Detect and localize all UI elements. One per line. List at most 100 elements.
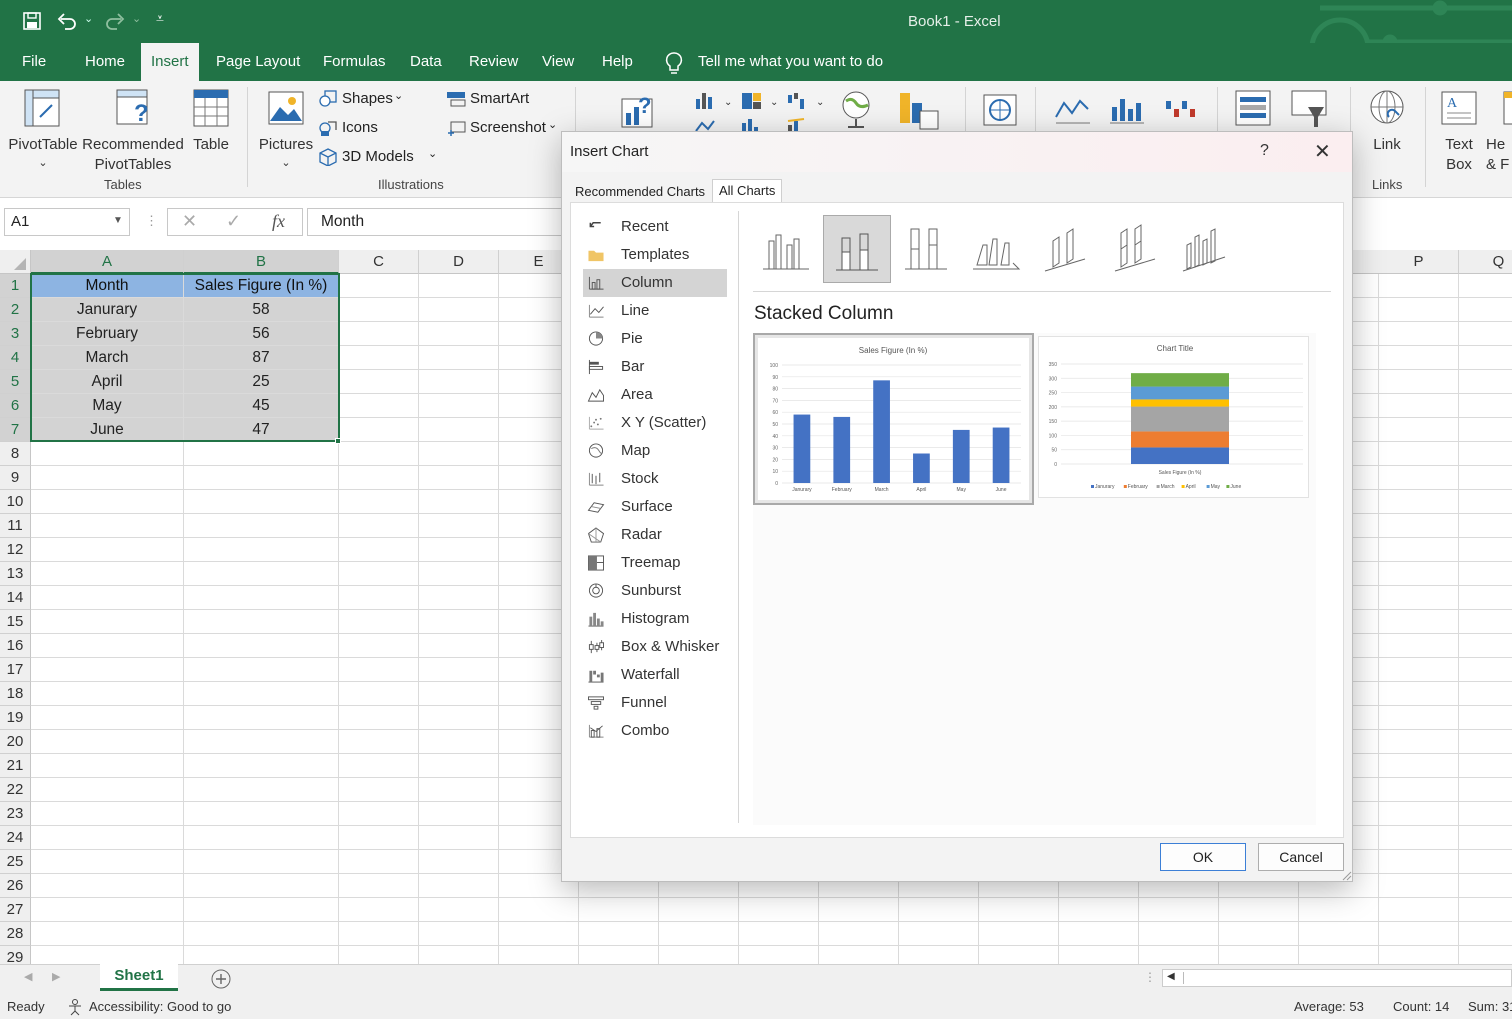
recommended-charts-icon[interactable]: ? bbox=[620, 91, 660, 131]
cell[interactable] bbox=[739, 898, 819, 922]
cell[interactable] bbox=[31, 802, 184, 826]
scroll-left-icon[interactable]: ◀ bbox=[1167, 971, 1175, 982]
cell[interactable] bbox=[1459, 850, 1512, 874]
cell[interactable] bbox=[184, 442, 339, 466]
cell[interactable] bbox=[184, 634, 339, 658]
slicer-icon[interactable] bbox=[1234, 89, 1272, 127]
cell[interactable] bbox=[339, 754, 419, 778]
header-footer-button[interactable]: He & F bbox=[1486, 85, 1512, 175]
smartart-button[interactable]: SmartArt bbox=[446, 89, 546, 111]
table-cell[interactable]: 58 bbox=[184, 298, 339, 322]
cell[interactable] bbox=[1459, 490, 1512, 514]
cell[interactable] bbox=[419, 442, 499, 466]
category-x-y-scatter[interactable]: X Y (Scatter) bbox=[583, 409, 727, 437]
cell[interactable] bbox=[1459, 922, 1512, 946]
cell[interactable] bbox=[1379, 394, 1459, 418]
cell[interactable] bbox=[339, 322, 419, 346]
category-map[interactable]: Map bbox=[583, 437, 727, 465]
cell[interactable] bbox=[1379, 706, 1459, 730]
cell[interactable] bbox=[419, 802, 499, 826]
cell[interactable] bbox=[31, 874, 184, 898]
cell[interactable] bbox=[1059, 922, 1139, 946]
category-histogram[interactable]: Histogram bbox=[583, 605, 727, 633]
cell[interactable] bbox=[419, 730, 499, 754]
cell[interactable] bbox=[419, 274, 499, 298]
cell[interactable] bbox=[339, 490, 419, 514]
category-line[interactable]: Line bbox=[583, 297, 727, 325]
cell[interactable] bbox=[339, 346, 419, 370]
3d-clustered-column-subtype[interactable] bbox=[963, 215, 1031, 283]
cell[interactable] bbox=[184, 466, 339, 490]
cell[interactable] bbox=[1459, 466, 1512, 490]
tab-home[interactable]: Home bbox=[75, 43, 135, 81]
cell[interactable] bbox=[184, 922, 339, 946]
cell[interactable] bbox=[1379, 346, 1459, 370]
cell[interactable] bbox=[184, 586, 339, 610]
cell[interactable] bbox=[184, 730, 339, 754]
add-sheet-icon[interactable] bbox=[211, 969, 231, 989]
column-header-c[interactable]: C bbox=[339, 250, 419, 274]
row-header-19[interactable]: 19 bbox=[0, 706, 31, 730]
row-header-20[interactable]: 20 bbox=[0, 730, 31, 754]
splitter-icon[interactable]: ⋮ bbox=[1144, 970, 1156, 984]
cell[interactable] bbox=[1459, 394, 1512, 418]
cell[interactable] bbox=[1459, 634, 1512, 658]
tab-help[interactable]: Help bbox=[592, 43, 643, 81]
cell[interactable] bbox=[819, 946, 899, 964]
cell[interactable] bbox=[184, 610, 339, 634]
cell[interactable] bbox=[1459, 802, 1512, 826]
tab-insert[interactable]: Insert bbox=[141, 43, 199, 81]
cell[interactable] bbox=[1379, 490, 1459, 514]
cell[interactable] bbox=[1379, 466, 1459, 490]
row-header-9[interactable]: 9 bbox=[0, 466, 31, 490]
cell[interactable] bbox=[1459, 778, 1512, 802]
cell[interactable] bbox=[1379, 586, 1459, 610]
cell[interactable] bbox=[184, 490, 339, 514]
tab-formulas[interactable]: Formulas bbox=[313, 43, 396, 81]
save-icon[interactable] bbox=[22, 11, 42, 31]
cell[interactable] bbox=[419, 874, 499, 898]
cell[interactable] bbox=[1459, 562, 1512, 586]
cell[interactable] bbox=[1459, 610, 1512, 634]
chart-preview-2[interactable]: Chart Title 0 50 100 150 200 250 300 350 Sales Fi… bbox=[1038, 336, 1309, 498]
row-header-21[interactable]: 21 bbox=[0, 754, 31, 778]
cell[interactable] bbox=[339, 682, 419, 706]
cell[interactable] bbox=[1379, 610, 1459, 634]
cell[interactable] bbox=[184, 754, 339, 778]
cell[interactable] bbox=[1379, 322, 1459, 346]
cell[interactable] bbox=[339, 658, 419, 682]
cell[interactable] bbox=[184, 826, 339, 850]
chart-preview-1[interactable]: Sales Figure (In %) 0 10 20 30 40 50 60 70 80 90 10… bbox=[753, 333, 1034, 505]
row-header-6[interactable]: 6 bbox=[0, 394, 31, 418]
cell[interactable] bbox=[499, 946, 579, 964]
cell[interactable] bbox=[339, 394, 419, 418]
cell[interactable] bbox=[1379, 562, 1459, 586]
cell[interactable] bbox=[31, 682, 184, 706]
cell[interactable] bbox=[1379, 370, 1459, 394]
cell[interactable] bbox=[31, 562, 184, 586]
cell[interactable] bbox=[31, 658, 184, 682]
sparkline-winloss-icon[interactable] bbox=[1162, 95, 1200, 125]
category-combo[interactable]: Combo bbox=[583, 717, 727, 745]
cell[interactable] bbox=[339, 370, 419, 394]
cell[interactable] bbox=[1379, 682, 1459, 706]
cell[interactable] bbox=[1139, 946, 1219, 964]
fill-handle[interactable] bbox=[335, 438, 341, 444]
100-stacked-column-subtype[interactable] bbox=[893, 215, 961, 283]
row-header-2[interactable]: 2 bbox=[0, 298, 31, 322]
cell[interactable] bbox=[1219, 922, 1299, 946]
cell[interactable] bbox=[1379, 898, 1459, 922]
waterfall-chart-icon[interactable]: ⌄ bbox=[786, 91, 826, 111]
sparkline-column-icon[interactable] bbox=[1108, 95, 1146, 125]
cell[interactable] bbox=[31, 730, 184, 754]
cell[interactable] bbox=[1299, 946, 1379, 964]
formula-input[interactable]: Month bbox=[307, 208, 567, 236]
column-header-b[interactable]: B bbox=[184, 250, 339, 274]
row-header-16[interactable]: 16 bbox=[0, 634, 31, 658]
stacked-column-subtype[interactable] bbox=[823, 215, 891, 283]
cell[interactable] bbox=[979, 898, 1059, 922]
cell[interactable] bbox=[419, 322, 499, 346]
row-header-25[interactable]: 25 bbox=[0, 850, 31, 874]
category-area[interactable]: Area bbox=[583, 381, 727, 409]
cell[interactable] bbox=[1459, 898, 1512, 922]
